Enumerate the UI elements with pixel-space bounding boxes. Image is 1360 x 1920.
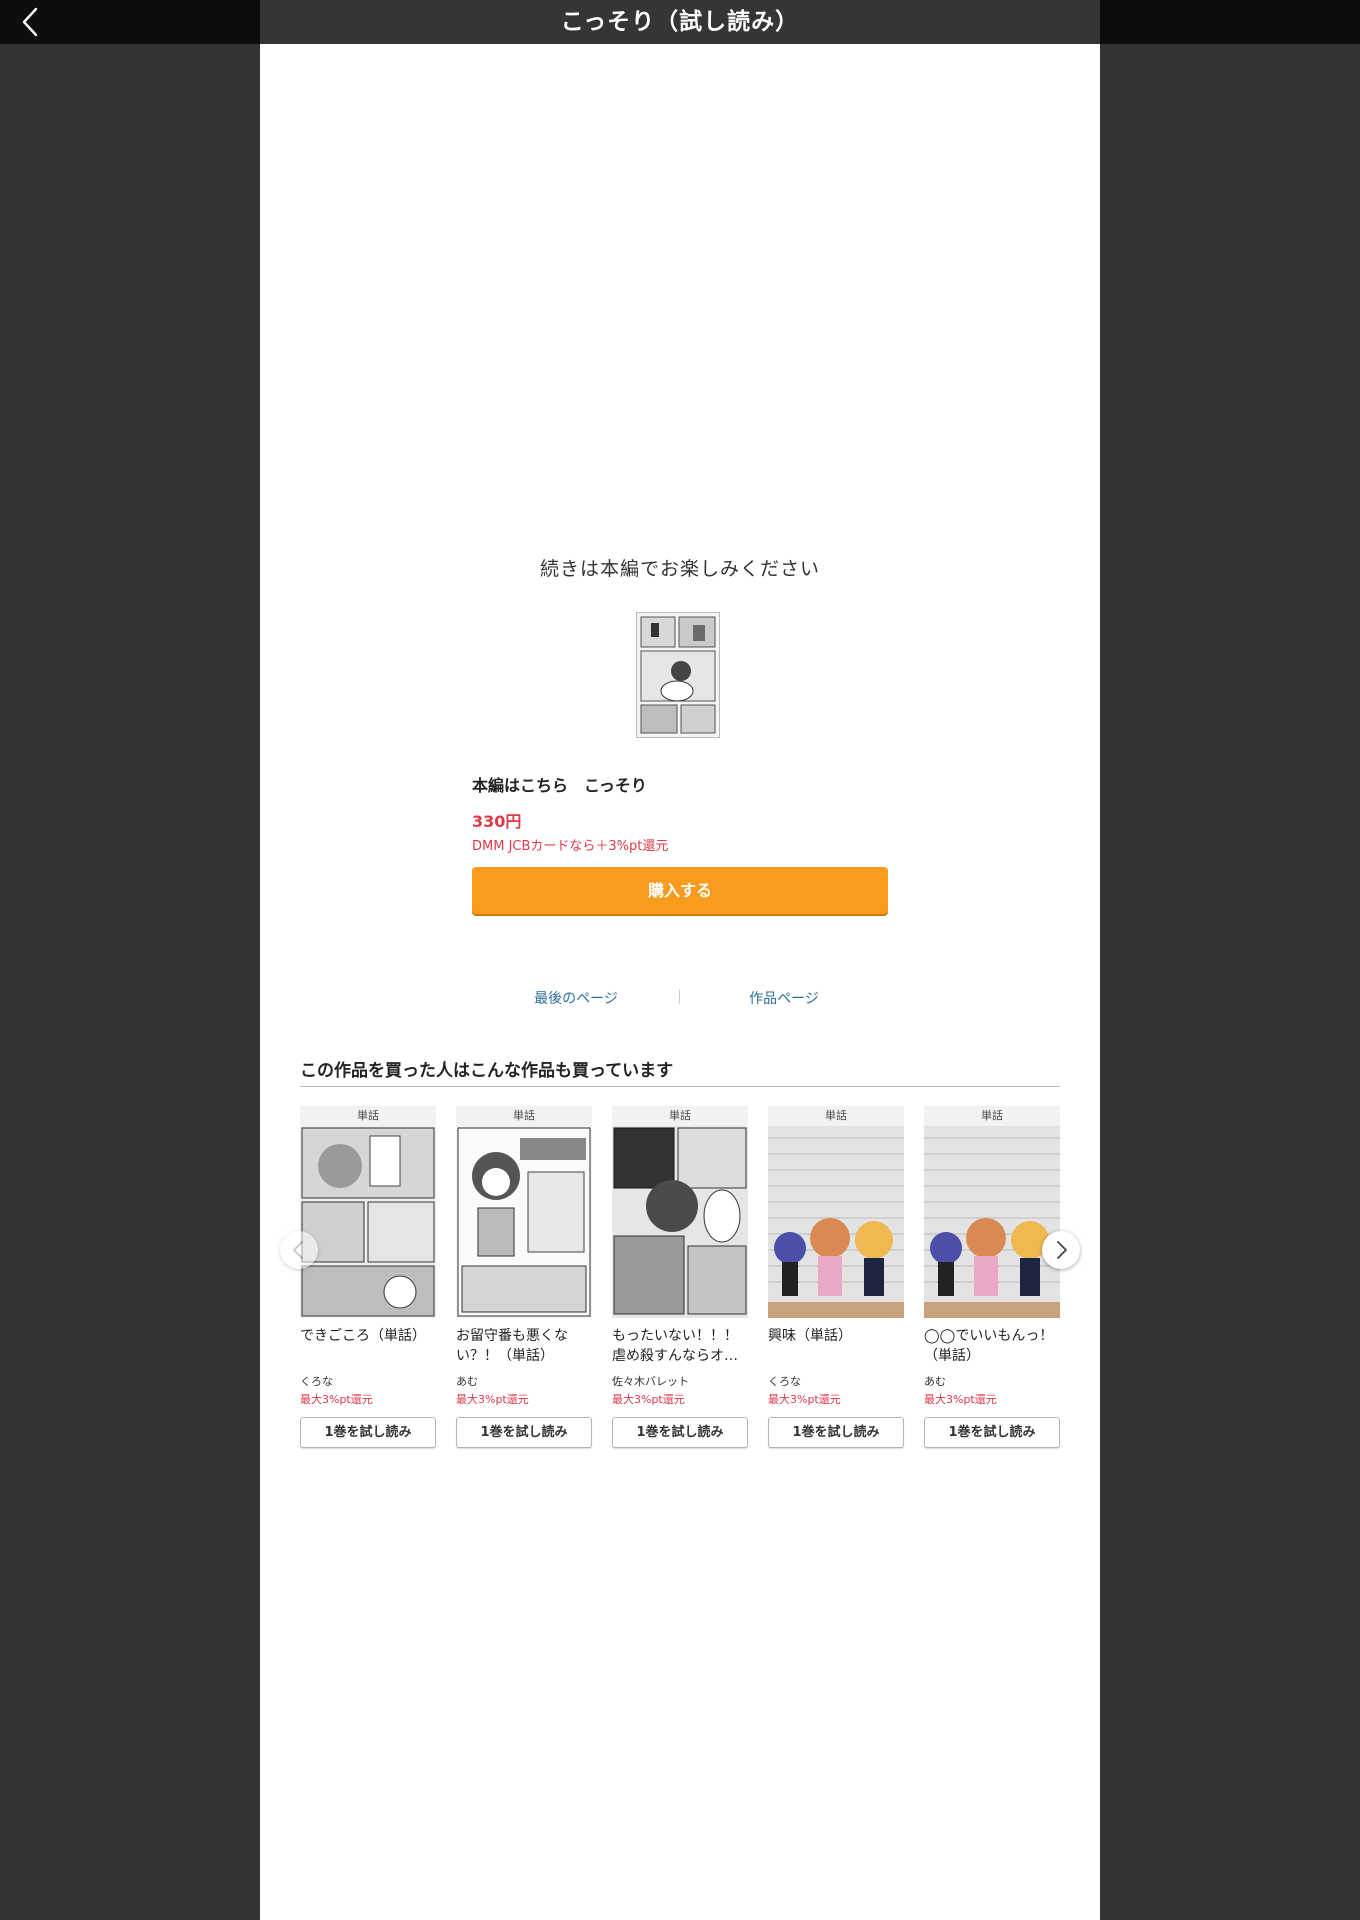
chevron-left-icon xyxy=(293,1241,303,1259)
card-author[interactable]: あむ xyxy=(456,1373,478,1389)
card-author[interactable]: くろな xyxy=(300,1373,333,1389)
continue-message: 続きは本編でお楽しみください xyxy=(539,558,820,580)
card-tag: 単話 xyxy=(300,1106,436,1126)
card-author[interactable]: あむ xyxy=(924,1373,946,1389)
card-points: 最大3%pt還元 xyxy=(924,1393,997,1406)
chevron-left-icon xyxy=(22,7,38,37)
carousel-next-button[interactable] xyxy=(1042,1231,1080,1269)
card-points: 最大3%pt還元 xyxy=(300,1393,373,1406)
point-promo: DMM JCBカードなら＋3%pt還元 xyxy=(472,839,669,854)
buy-button[interactable]: 購入する xyxy=(472,867,888,914)
recommendation-card[interactable]: 単話 xyxy=(768,1106,904,1452)
card-author[interactable]: くろな xyxy=(768,1373,801,1389)
trial-read-button[interactable]: 1巻を試し読み xyxy=(612,1417,748,1448)
chevron-right-icon xyxy=(1057,1241,1067,1259)
trial-read-button[interactable]: 1巻を試し読み xyxy=(456,1417,592,1448)
page-title: こっそり（試し読み） xyxy=(560,9,800,35)
card-cover-image[interactable] xyxy=(300,1126,436,1318)
card-cover-image[interactable] xyxy=(768,1126,904,1318)
nav-links: 最後のページ 作品ページ xyxy=(472,988,888,1008)
recommendation-carousel: 単話 できごころ（単話） くろな 最大3%pt還元 1巻を試し読み 単話 お留守… xyxy=(300,1106,1060,1452)
card-points: 最大3%pt還元 xyxy=(768,1393,841,1406)
card-title[interactable]: お留守番も悪くない？！（単話） xyxy=(456,1326,592,1366)
divider xyxy=(300,1086,1060,1087)
viewer-end-page: 続きは本編でお楽しみください 本編はこちら こっそり 330円 DMM JCBカ… xyxy=(260,44,1100,1920)
card-tag: 単話 xyxy=(456,1106,592,1126)
card-tag: 単話 xyxy=(768,1106,904,1126)
recommendation-card[interactable]: 単話 xyxy=(924,1106,1060,1452)
card-title[interactable]: ◯◯でいいもんっ！（単話） xyxy=(924,1326,1060,1366)
carousel-prev-button[interactable] xyxy=(280,1231,318,1269)
card-cover-image[interactable] xyxy=(456,1126,592,1318)
card-points: 最大3%pt還元 xyxy=(612,1393,685,1406)
price: 330円 xyxy=(472,812,522,831)
top-bar: こっそり（試し読み） xyxy=(0,0,1360,44)
card-tag: 単話 xyxy=(612,1106,748,1126)
card-cover-image[interactable] xyxy=(612,1126,748,1318)
card-title[interactable]: できごころ（単話） xyxy=(300,1326,436,1366)
card-tag: 単話 xyxy=(924,1106,1060,1126)
card-points: 最大3%pt還元 xyxy=(456,1393,529,1406)
trial-read-button[interactable]: 1巻を試し読み xyxy=(300,1417,436,1448)
work-page-link[interactable]: 作品ページ xyxy=(680,988,888,1008)
cover-thumbnail[interactable] xyxy=(636,612,720,738)
recommendation-card[interactable]: 単話 もったいない！！！虐め殺すんならオ… 佐々木バレット 最大3%pt還元 1… xyxy=(612,1106,748,1452)
trial-read-button[interactable]: 1巻を試し読み xyxy=(768,1417,904,1448)
card-title[interactable]: 興味（単話） xyxy=(768,1326,904,1366)
recommendation-heading: この作品を買った人はこんな作品も買っています xyxy=(300,1061,674,1081)
card-cover-image[interactable] xyxy=(924,1126,1060,1318)
trial-read-button[interactable]: 1巻を試し読み xyxy=(924,1417,1060,1448)
recommendation-card[interactable]: 単話 お留守番も悪くない？！（単話） あむ 最大3%pt還元 1巻を試し読み xyxy=(456,1106,592,1452)
main-work-title: 本編はこちら こっそり xyxy=(472,776,647,795)
recommendation-card[interactable]: 単話 できごころ（単話） くろな 最大3%pt還元 1巻を試し読み xyxy=(300,1106,436,1452)
card-title[interactable]: もったいない！！！虐め殺すんならオ… xyxy=(612,1326,748,1366)
back-button[interactable] xyxy=(14,6,46,38)
card-author[interactable]: 佐々木バレット xyxy=(612,1373,689,1389)
last-page-link[interactable]: 最後のページ xyxy=(472,988,680,1008)
